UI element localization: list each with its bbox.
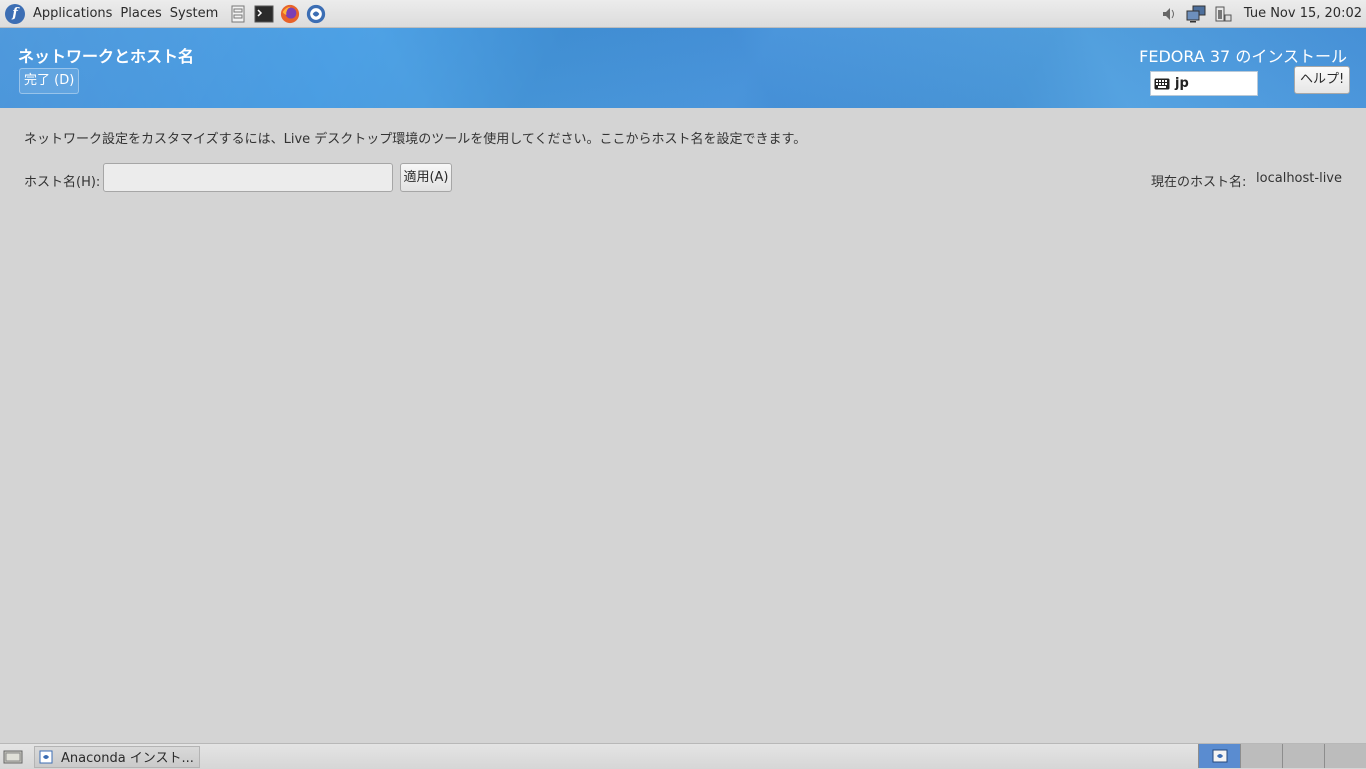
current-hostname-value: localhost-live [1256, 171, 1342, 186]
main-content: ネットワーク設定をカスタマイズするには、Live デスクトップ環境のツールを使用… [0, 108, 1366, 743]
menu-applications[interactable]: Applications [29, 0, 116, 27]
volume-icon[interactable] [1158, 4, 1180, 24]
terminal-icon[interactable] [254, 4, 274, 24]
keyboard-layout-label: jp [1175, 76, 1189, 91]
network-icon[interactable] [1185, 4, 1207, 24]
workspace-1[interactable] [1198, 744, 1240, 768]
firefox-icon[interactable] [280, 4, 300, 24]
system-tray: Tue Nov 15, 20:02 [1153, 0, 1366, 27]
panel-clock[interactable]: Tue Nov 15, 20:02 [1244, 6, 1362, 21]
product-title: FEDORA 37 のインストール [1139, 47, 1347, 66]
power-icon[interactable] [1212, 4, 1234, 24]
menu-system[interactable]: System [166, 0, 222, 27]
page-title: ネットワークとホスト名 [18, 47, 195, 66]
anaconda-task-icon [39, 750, 53, 764]
anaconda-icon[interactable] [306, 4, 326, 24]
workspace-3[interactable] [1282, 744, 1324, 768]
keyboard-layout-indicator[interactable]: jp [1150, 71, 1258, 96]
fedora-logo-icon[interactable]: f [5, 3, 25, 24]
help-button[interactable]: ヘルプ! [1294, 66, 1351, 94]
workspace-2[interactable] [1240, 744, 1282, 768]
apply-button[interactable]: 適用(A) [400, 163, 452, 192]
hostname-input[interactable] [103, 163, 393, 192]
taskbar-item-anaconda[interactable]: Anaconda インスト... [34, 745, 200, 768]
top-panel: f Applications Places System Tue Nov 15,… [0, 0, 1366, 28]
keyboard-icon [1154, 78, 1170, 90]
bottom-panel: Anaconda インスト... [0, 743, 1366, 769]
spoke-header: ネットワークとホスト名 完了 (D) FEDORA 37 のインストール jp … [0, 28, 1366, 108]
task-label: Anaconda インスト... [61, 751, 194, 766]
info-text: ネットワーク設定をカスタマイズするには、Live デスクトップ環境のツールを使用… [24, 132, 807, 147]
workspace-switcher [1198, 744, 1366, 769]
hostname-label: ホスト名(H): [24, 175, 101, 190]
files-icon[interactable] [228, 4, 248, 24]
panel-menu: f Applications Places System [0, 0, 326, 27]
current-hostname-label: 現在のホスト名: [1151, 175, 1247, 190]
done-button[interactable]: 完了 (D) [19, 68, 80, 94]
show-desktop-icon[interactable] [2, 747, 24, 767]
workspace-4[interactable] [1324, 744, 1366, 768]
menu-places[interactable]: Places [116, 0, 165, 27]
